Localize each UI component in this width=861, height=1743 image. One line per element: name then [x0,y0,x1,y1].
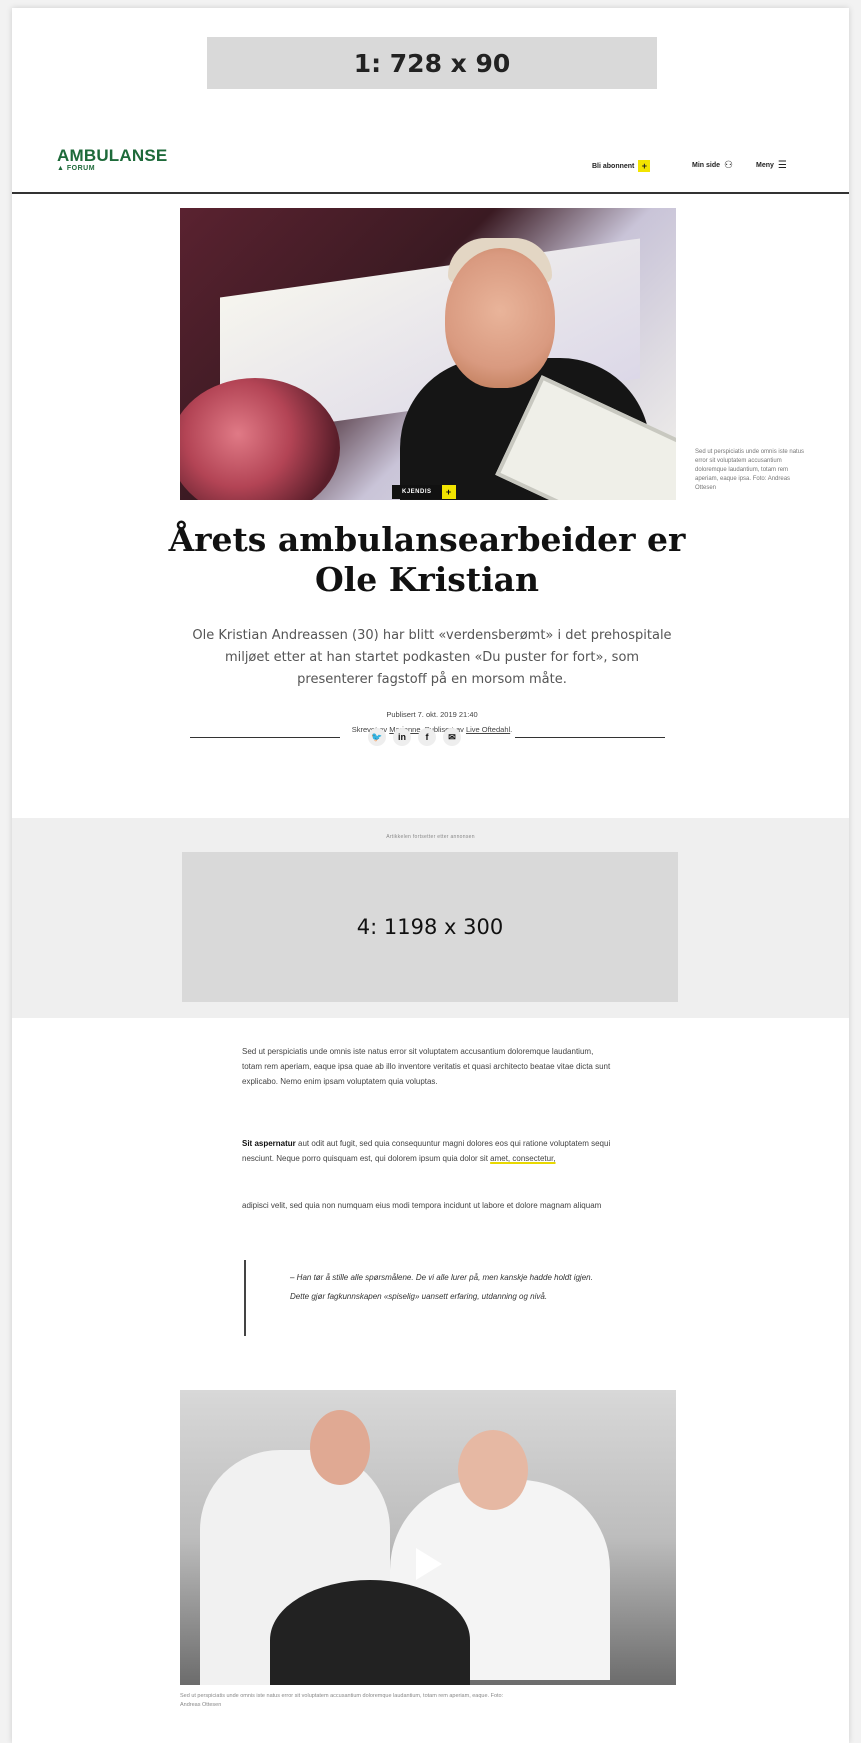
article-title: Årets ambulansearbeider er Ole Kristian [168,520,686,599]
body-paragraph: Sit aspernatur aut odit aut fugit, sed q… [242,1139,611,1163]
twitter-icon[interactable]: 🐦 [368,728,386,746]
share-bar: 🐦 in f ✉ [180,728,676,748]
user-icon: ⚇ [724,160,733,171]
subscribe-link[interactable]: Bli abonnent + [592,160,651,172]
page-frame: 1: 728 x 90 AMBULANSE ▲ FORUM Bli abonne… [12,8,849,1743]
pull-quote: – Han tør å stille alle spørsmålene. De … [244,1260,614,1336]
linkedin-icon[interactable]: in [393,728,411,746]
menu-icon: ☰ [777,160,787,171]
page: 1: 728 x 90 AMBULANSE ▲ FORUM Bli abonne… [0,0,861,1743]
video-caption: Sed ut perspiciatis unde omnis iste natu… [180,1693,504,1708]
video-person-right-head [458,1430,528,1510]
email-icon[interactable]: ✉ [443,728,461,746]
video-player[interactable] [180,1390,676,1685]
mid-ad-band: Artikkelen fortsetter etter annonsen 4: … [12,818,849,1018]
mid-ad-placeholder[interactable]: 4: 1198 x 300 [182,852,678,1002]
facebook-icon[interactable]: f [418,728,436,746]
hero-image: KJENDIS + [180,208,676,500]
category-tag[interactable]: KJENDIS + [392,485,456,499]
inline-link[interactable]: amet, consectetur, [490,1154,555,1163]
menu-label: Meny [756,162,774,169]
article-lead: Ole Kristian Andreassen (30) har blitt «… [192,628,672,687]
my-page-label: Min side [692,162,721,169]
hero-person-face [445,248,555,388]
logo-wordmark: AMBULANSE [57,146,168,165]
subscribe-label: Bli abonnent [592,162,635,170]
plus-icon: + [638,160,651,172]
site-logo[interactable]: AMBULANSE ▲ FORUM [57,146,167,172]
site-header: AMBULANSE ▲ FORUM Bli abonnent + Min sid… [12,120,849,194]
logo-subtitle: ▲ FORUM [57,165,96,172]
play-icon[interactable] [416,1548,442,1580]
divider [515,737,665,738]
image-caption: Sed ut perspiciatis unde omnis iste natu… [695,449,805,491]
video-person-left-head [310,1410,370,1485]
category-label: KJENDIS [392,485,442,499]
share-icons: 🐦 in f ✉ [368,728,461,746]
quote-text: – Han tør å stille alle spørsmålene. De … [290,1273,593,1301]
menu-button[interactable]: Meny ☰ [756,160,787,171]
published-date: Publisert 7. okt. 2019 21:40 [386,710,478,719]
divider [190,737,340,738]
my-page-link[interactable]: Min side ⚇ [692,160,733,171]
ad-caption: Artikkelen fortsetter etter annonsen [386,834,475,840]
body-paragraph: Sed ut perspiciatis unde omnis iste natu… [242,1047,611,1086]
top-ad-placeholder[interactable]: 1: 728 x 90 [207,37,657,89]
plus-icon: + [441,485,456,499]
body-paragraph: adipisci velit, sed quia non numquam eiu… [242,1201,602,1210]
